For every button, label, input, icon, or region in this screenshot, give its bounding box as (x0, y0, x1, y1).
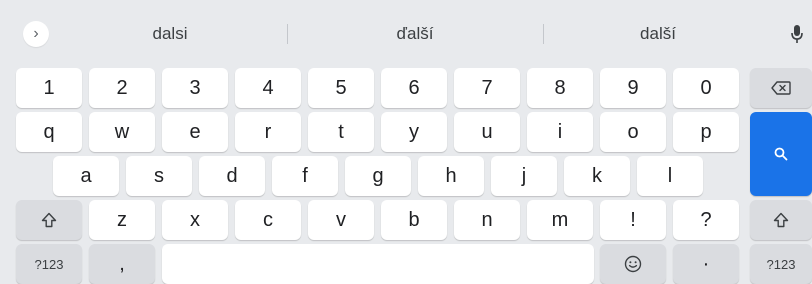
key-n[interactable]: n (454, 200, 520, 240)
period-key[interactable]: · (673, 244, 739, 284)
key-i[interactable]: i (527, 112, 593, 152)
key-t[interactable]: t (308, 112, 374, 152)
key-u[interactable]: u (454, 112, 520, 152)
key-e[interactable]: e (162, 112, 228, 152)
key-o[interactable]: o (600, 112, 666, 152)
key-1[interactable]: 1 (16, 68, 82, 108)
key-r[interactable]: r (235, 112, 301, 152)
key-h[interactable]: h (418, 156, 484, 196)
shift-key-left[interactable] (16, 200, 82, 240)
key-7[interactable]: 7 (454, 68, 520, 108)
emoji-icon (624, 255, 642, 273)
search-key[interactable] (750, 112, 812, 196)
key-c[interactable]: c (235, 200, 301, 240)
key-b[interactable]: b (381, 200, 447, 240)
key-p[interactable]: p (673, 112, 739, 152)
key-3[interactable]: 3 (162, 68, 228, 108)
keyboard: › dalsi ďalší další 1 2 3 4 5 6 7 8 9 0 … (0, 0, 812, 284)
shift-icon (41, 212, 57, 228)
key-2[interactable]: 2 (89, 68, 155, 108)
suggestion-3[interactable]: další (533, 12, 783, 56)
suggestion-1[interactable]: dalsi (45, 12, 295, 56)
shift-icon (773, 212, 789, 228)
comma-key[interactable]: , (89, 244, 155, 284)
key-8[interactable]: 8 (527, 68, 593, 108)
key-j[interactable]: j (491, 156, 557, 196)
key-x[interactable]: x (162, 200, 228, 240)
key-q[interactable]: q (16, 112, 82, 152)
key-m[interactable]: m (527, 200, 593, 240)
key-question[interactable]: ? (673, 200, 739, 240)
microphone-icon[interactable] (786, 22, 808, 46)
suggestion-2[interactable]: ďalší (290, 12, 540, 56)
symbols-key-right[interactable]: ?123 (750, 244, 812, 284)
key-exclamation[interactable]: ! (600, 200, 666, 240)
search-icon (774, 147, 788, 161)
key-a[interactable]: a (53, 156, 119, 196)
shift-key-right[interactable] (750, 200, 812, 240)
suggestion-divider (287, 24, 288, 44)
key-y[interactable]: y (381, 112, 447, 152)
suggestion-strip: › dalsi ďalší další (0, 12, 812, 56)
backspace-icon (771, 81, 791, 95)
key-s[interactable]: s (126, 156, 192, 196)
key-w[interactable]: w (89, 112, 155, 152)
key-f[interactable]: f (272, 156, 338, 196)
backspace-key[interactable] (750, 68, 812, 108)
key-d[interactable]: d (199, 156, 265, 196)
key-9[interactable]: 9 (600, 68, 666, 108)
key-0[interactable]: 0 (673, 68, 739, 108)
key-v[interactable]: v (308, 200, 374, 240)
key-l[interactable]: l (637, 156, 703, 196)
key-6[interactable]: 6 (381, 68, 447, 108)
symbols-key-left[interactable]: ?123 (16, 244, 82, 284)
space-bar[interactable] (162, 244, 594, 284)
key-g[interactable]: g (345, 156, 411, 196)
key-k[interactable]: k (564, 156, 630, 196)
key-z[interactable]: z (89, 200, 155, 240)
key-5[interactable]: 5 (308, 68, 374, 108)
emoji-key[interactable] (600, 244, 666, 284)
key-4[interactable]: 4 (235, 68, 301, 108)
